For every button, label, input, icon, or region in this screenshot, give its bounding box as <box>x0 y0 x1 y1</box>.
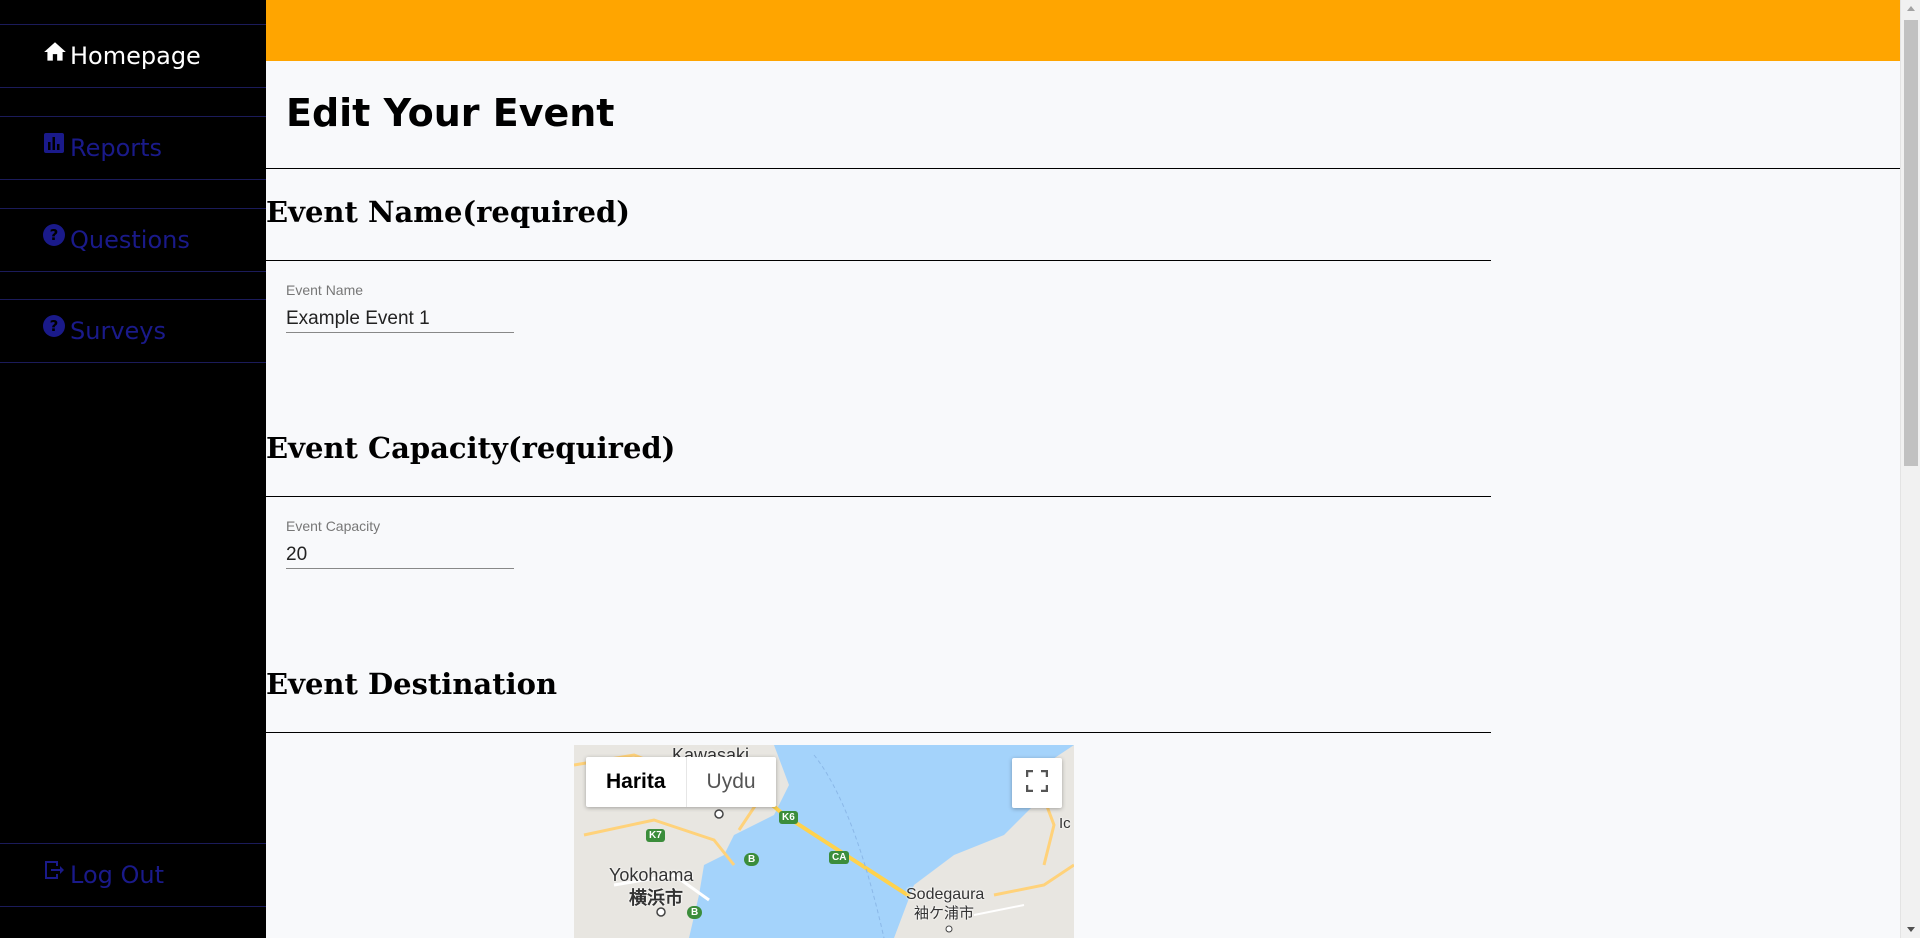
map-label: Yokohama <box>609 865 694 885</box>
vertical-scrollbar[interactable] <box>1900 0 1920 938</box>
sidebar: Homepage Reports ? Questions ? Surveys L… <box>0 0 266 938</box>
sidebar-item-label: Questions <box>70 226 190 254</box>
event-capacity-heading: Event Capacity(required) <box>266 431 676 465</box>
top-bar <box>266 0 1900 61</box>
sidebar-item-surveys[interactable]: ? Surveys <box>0 299 266 363</box>
divider <box>266 496 1491 497</box>
logout-label: Log Out <box>70 861 165 889</box>
svg-text:?: ? <box>50 317 59 335</box>
help-circle-icon: ? <box>42 223 68 249</box>
event-name-input[interactable] <box>286 305 514 333</box>
sidebar-item-label: Surveys <box>70 317 166 345</box>
fullscreen-button[interactable] <box>1012 758 1062 808</box>
scrollbar-thumb[interactable] <box>1904 20 1918 466</box>
route-marker: K6 <box>779 811 798 824</box>
fullscreen-icon <box>1025 769 1049 796</box>
route-marker: K7 <box>646 829 665 842</box>
main-content: Edit Your Event Event Name(required) Eve… <box>266 61 1900 938</box>
logout-button[interactable]: Log Out <box>0 843 266 907</box>
divider <box>266 168 1900 169</box>
map-type-control: Harita Uydu <box>586 757 776 807</box>
map-label: 袖ケ浦市 <box>914 905 975 922</box>
event-capacity-input[interactable] <box>286 541 514 569</box>
map-type-map-tab[interactable]: Harita <box>586 757 687 807</box>
sidebar-item-reports[interactable]: Reports <box>0 116 266 180</box>
sidebar-item-homepage[interactable]: Homepage <box>0 24 266 88</box>
page-title: Edit Your Event <box>286 91 615 135</box>
event-capacity-label: Event Capacity <box>286 518 381 534</box>
event-name-heading: Event Name(required) <box>266 195 630 229</box>
scroll-up-arrow-icon[interactable] <box>1901 0 1920 17</box>
svg-text:?: ? <box>50 226 59 244</box>
home-icon <box>42 39 68 65</box>
chart-icon <box>42 131 68 157</box>
logout-icon <box>42 858 68 884</box>
sidebar-item-questions[interactable]: ? Questions <box>0 208 266 272</box>
event-destination-heading: Event Destination <box>266 667 558 701</box>
event-name-label: Event Name <box>286 282 364 298</box>
route-marker: B <box>744 853 760 866</box>
map-label: 横浜市 <box>629 888 683 908</box>
divider <box>266 260 1491 261</box>
map-type-satellite-tab[interactable]: Uydu <box>687 757 776 807</box>
map-label: Ic <box>1059 815 1071 832</box>
help-circle-icon: ? <box>42 314 68 340</box>
sidebar-item-label: Reports <box>70 134 163 162</box>
divider <box>266 732 1491 733</box>
scroll-down-arrow-icon[interactable] <box>1901 921 1920 938</box>
route-marker: B <box>687 906 703 919</box>
route-marker: CA <box>829 851 850 864</box>
sidebar-item-label: Homepage <box>70 42 201 70</box>
event-destination-map[interactable]: Kawasaki Yokohama 横浜市 Sodegaura 袖ケ浦市 Ic … <box>574 745 1074 938</box>
